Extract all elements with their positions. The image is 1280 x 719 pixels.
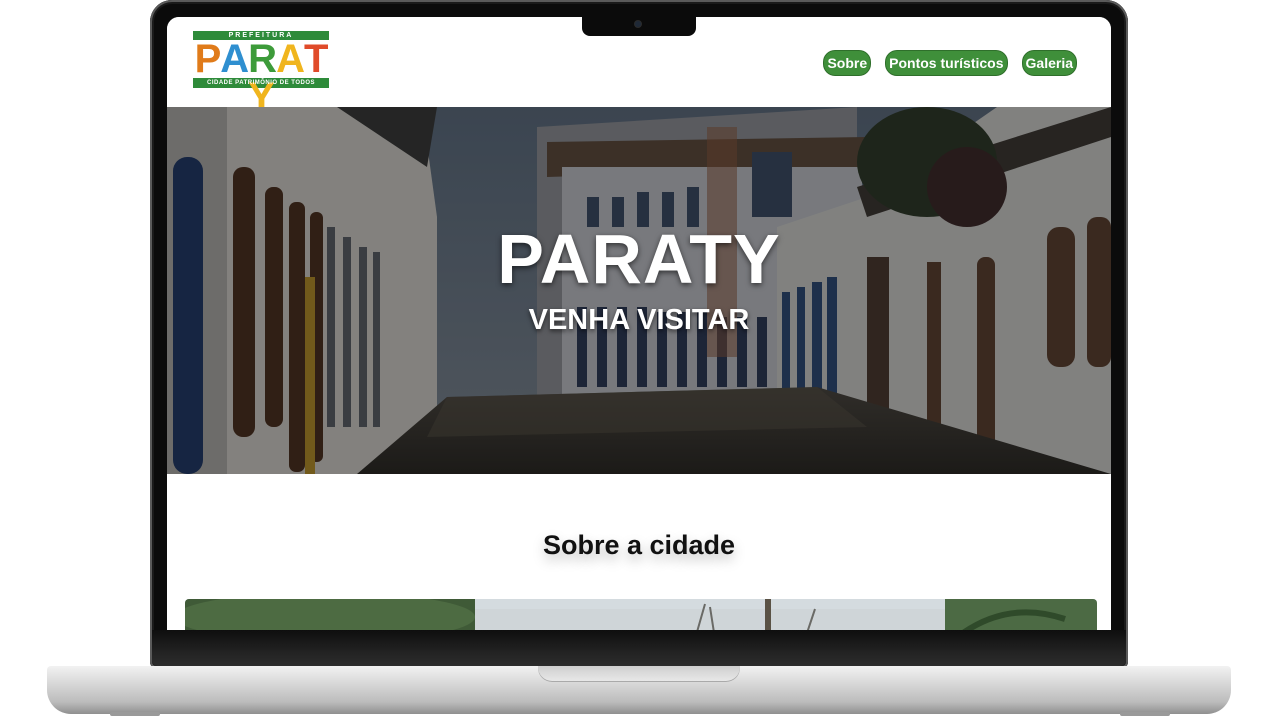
camera-notch	[582, 16, 696, 36]
hero-banner: PARATY VENHA VISITAR	[167, 107, 1111, 474]
nav-galeria-button[interactable]: Galeria	[1021, 50, 1077, 76]
hero-title: PARATY	[497, 220, 781, 298]
logo-letter: A	[220, 37, 249, 81]
laptop-foot	[1120, 712, 1170, 716]
about-section-title: Sobre a cidade	[542, 530, 736, 560]
about-city-photo	[185, 599, 1097, 630]
about-photo-art	[185, 599, 1097, 630]
logo-slogan: CIDADE PATRIMÔNIO DE TODOS	[193, 78, 329, 88]
nav-pontos-turisticos-button[interactable]: Pontos turísticos	[885, 50, 1008, 76]
laptop-base-groove	[538, 666, 740, 682]
nav-sobre-button[interactable]: Sobre	[823, 50, 872, 76]
website-screen: PREFEITURA PARATY CIDADE PATRIMÔNIO DE T…	[167, 17, 1111, 630]
logo-wordmark: PARATY	[193, 37, 329, 117]
laptop-bezel	[152, 630, 1126, 666]
hero-subtitle: VENHA VISITAR	[528, 304, 750, 336]
main-nav: Sobre Pontos turísticos Galeria	[823, 50, 1077, 76]
logo-letter: T	[303, 37, 328, 81]
logo-letter: P	[194, 37, 222, 81]
laptop-foot	[110, 712, 160, 716]
logo-letter: A	[276, 37, 305, 81]
logo-letter: R	[248, 37, 277, 81]
paraty-logo[interactable]: PREFEITURA PARATY CIDADE PATRIMÔNIO DE T…	[193, 31, 329, 117]
camera-icon	[635, 21, 641, 27]
